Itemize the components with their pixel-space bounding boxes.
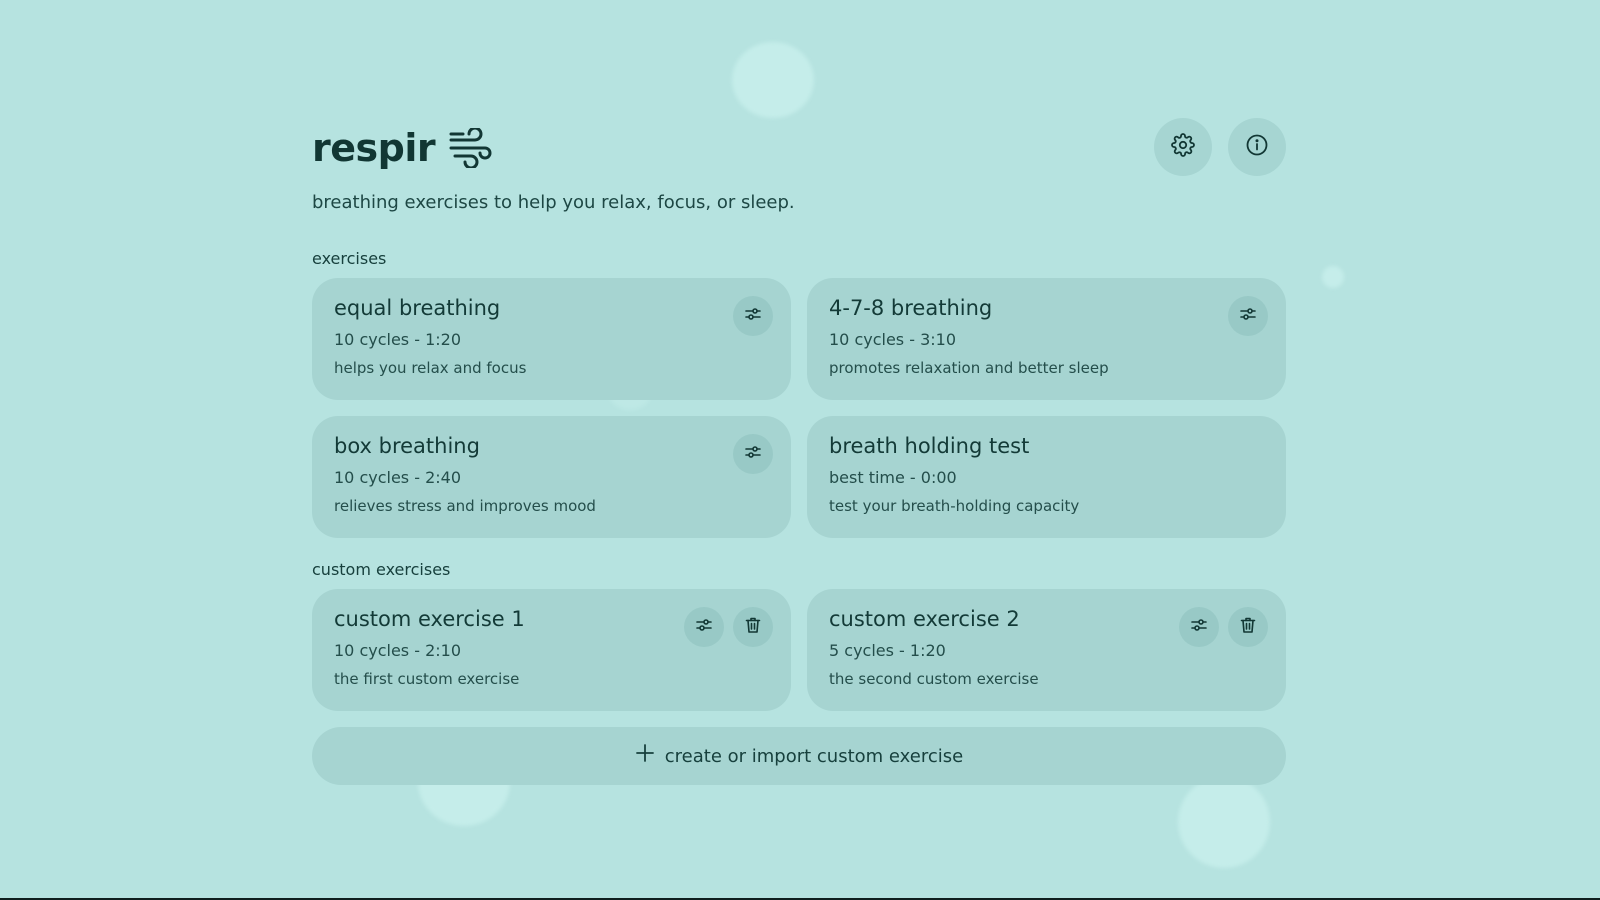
trash-icon — [744, 616, 762, 638]
exercise-description: the first custom exercise — [334, 670, 520, 688]
delete-button[interactable] — [1228, 607, 1268, 647]
exercises-grid: equal breathing 10 cycles - 1:20 helps y… — [312, 278, 1286, 538]
background-bubble — [732, 42, 814, 118]
exercise-description: relieves stress and improves mood — [334, 497, 596, 515]
wind-icon — [447, 128, 493, 168]
section-label-exercises: exercises — [312, 249, 387, 268]
exercise-meta: 10 cycles - 1:20 — [334, 330, 462, 349]
exercise-description: test your breath-holding capacity — [829, 497, 1080, 515]
create-import-custom-exercise-button[interactable]: create or import custom exercise — [312, 727, 1286, 785]
exercise-meta: 10 cycles - 2:40 — [334, 468, 462, 487]
brand: respir — [312, 126, 493, 170]
section-label-custom-exercises: custom exercises — [312, 560, 451, 579]
plus-icon — [635, 742, 655, 768]
exercise-title: 4-7-8 breathing — [829, 296, 993, 320]
app-subtitle: breathing exercises to help you relax, f… — [312, 192, 795, 213]
background-bubble — [1322, 266, 1344, 288]
customize-button[interactable] — [733, 434, 773, 474]
exercise-title: equal breathing — [334, 296, 501, 320]
sliders-icon — [744, 443, 762, 465]
card-actions — [684, 607, 773, 647]
exercise-description: the second custom exercise — [829, 670, 1039, 688]
exercise-card-box-breathing[interactable]: box breathing 10 cycles - 2:40 relieves … — [312, 416, 791, 538]
custom-exercise-card-2[interactable]: custom exercise 2 5 cycles - 1:20 the se… — [807, 589, 1286, 711]
customize-button[interactable] — [1179, 607, 1219, 647]
exercise-card-equal-breathing[interactable]: equal breathing 10 cycles - 1:20 helps y… — [312, 278, 791, 400]
sliders-icon — [1190, 616, 1208, 638]
background-bubble — [1178, 776, 1270, 868]
header: respir — [312, 118, 1286, 178]
customize-button[interactable] — [1228, 296, 1268, 336]
settings-button[interactable] — [1154, 118, 1212, 176]
exercise-title: box breathing — [334, 434, 480, 458]
card-actions — [733, 296, 773, 336]
gear-icon — [1171, 133, 1195, 161]
exercise-title: breath holding test — [829, 434, 1030, 458]
app-container: respir breathing exercises to help you r… — [312, 118, 1286, 785]
exercise-card-4-7-8-breathing[interactable]: 4-7-8 breathing 10 cycles - 3:10 promote… — [807, 278, 1286, 400]
sliders-icon — [744, 305, 762, 327]
create-button-label: create or import custom exercise — [664, 745, 964, 767]
exercise-meta: 10 cycles - 3:10 — [829, 330, 957, 349]
customize-button[interactable] — [733, 296, 773, 336]
exercise-meta: best time - 0:00 — [829, 468, 957, 487]
trash-icon — [1239, 616, 1257, 638]
card-actions — [733, 434, 773, 474]
card-actions — [1228, 296, 1268, 336]
exercise-card-breath-holding-test[interactable]: breath holding test best time - 0:00 tes… — [807, 416, 1286, 538]
card-actions — [1179, 607, 1268, 647]
exercise-description: promotes relaxation and better sleep — [829, 359, 1109, 377]
custom-exercise-card-1[interactable]: custom exercise 1 10 cycles - 2:10 the f… — [312, 589, 791, 711]
header-actions — [1154, 118, 1286, 176]
app-title: respir — [312, 126, 436, 170]
sliders-icon — [1239, 305, 1257, 327]
custom-exercises-grid: custom exercise 1 10 cycles - 2:10 the f… — [312, 589, 1286, 711]
delete-button[interactable] — [733, 607, 773, 647]
info-button[interactable] — [1228, 118, 1286, 176]
info-icon — [1245, 133, 1269, 161]
customize-button[interactable] — [684, 607, 724, 647]
exercise-description: helps you relax and focus — [334, 359, 527, 377]
sliders-icon — [695, 616, 713, 638]
